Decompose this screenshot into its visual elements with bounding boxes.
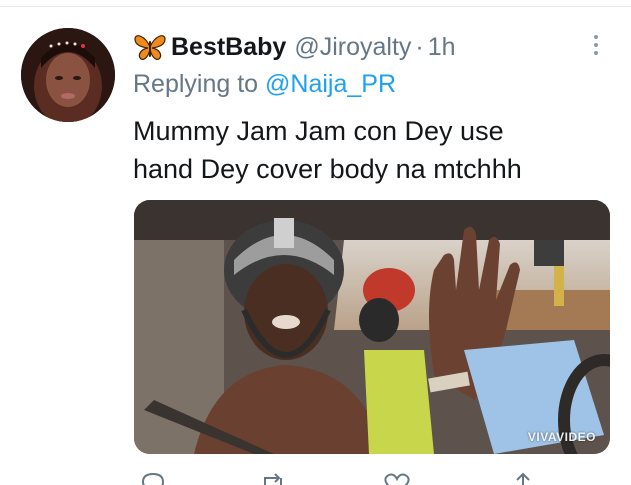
replying-to-user-link[interactable]: @Naija_PR xyxy=(265,70,396,98)
replying-to: Replying to @Naija_PR xyxy=(133,70,396,99)
tweet-text: Mummy Jam Jam con Dey use hand Dey cover… xyxy=(133,112,603,188)
tweet[interactable]: BestBaby @Jiroyalty · 1h Replying to @Na… xyxy=(0,0,631,485)
tweet-time[interactable]: 1h xyxy=(428,33,456,62)
retweet-icon[interactable] xyxy=(259,470,287,485)
separator-dot: · xyxy=(415,32,424,61)
replying-to-label: Replying to xyxy=(133,70,259,98)
like-icon[interactable] xyxy=(383,470,411,485)
share-icon[interactable] xyxy=(509,470,537,485)
butterfly-icon xyxy=(134,35,166,60)
user-handle[interactable]: @Jiroyalty xyxy=(294,33,411,62)
media-photo xyxy=(134,200,610,454)
display-name[interactable]: BestBaby xyxy=(171,33,286,62)
tweet-header: BestBaby @Jiroyalty · 1h xyxy=(133,30,456,64)
tweet-media-image[interactable]: VIVAVIDEO xyxy=(134,200,610,454)
more-options-icon[interactable] xyxy=(585,30,607,60)
reply-icon[interactable] xyxy=(139,470,167,485)
tweet-text-line: hand Dey cover body na mtchhh xyxy=(133,154,522,184)
avatar[interactable] xyxy=(21,28,115,122)
media-watermark: VIVAVIDEO xyxy=(527,430,596,444)
tweet-actions xyxy=(133,470,553,485)
tweet-text-line: Mummy Jam Jam con Dey use xyxy=(133,116,504,146)
